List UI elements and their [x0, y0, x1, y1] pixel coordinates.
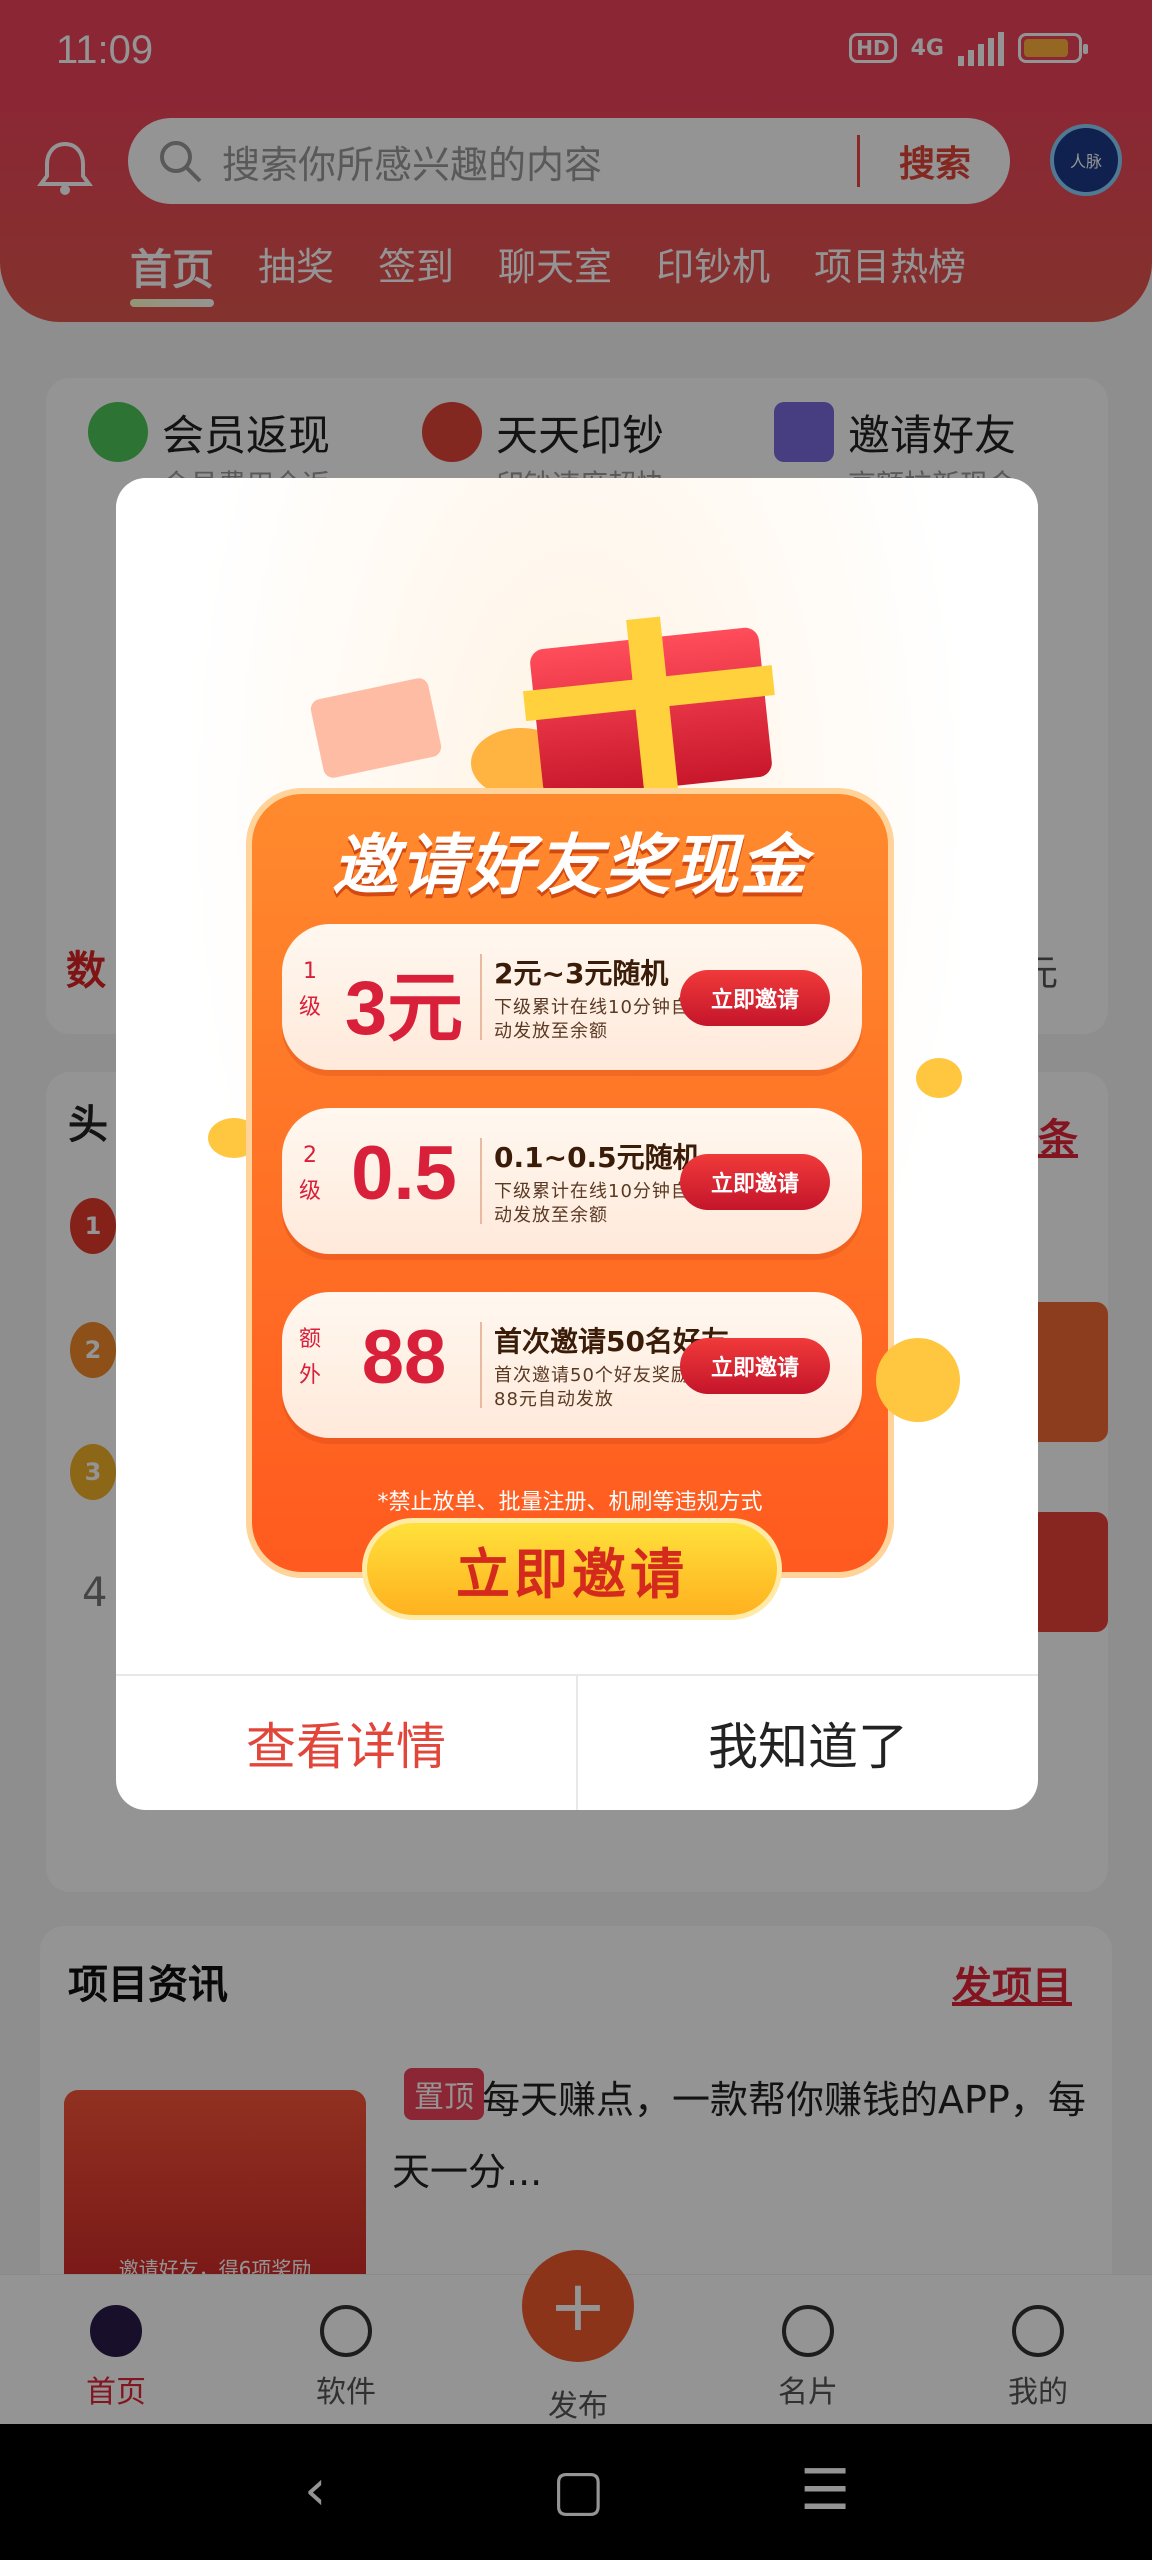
reward-panel: 邀请好友奖现金 1级 3元 2元~3元随机 下级累计在线10分钟自动发放至余额 …	[246, 788, 894, 1578]
tier-divider	[480, 1322, 482, 1408]
invite-dialog: 邀请好友奖现金 1级 3元 2元~3元随机 下级累计在线10分钟自动发放至余额 …	[116, 478, 1038, 1810]
tier-extra: 额外 88 首次邀请50名好友 首次邀请50个好友奖励88元自动发放 立即邀请	[282, 1292, 862, 1438]
tier-invite-button[interactable]: 立即邀请	[680, 1154, 830, 1210]
tier-divider	[480, 954, 482, 1040]
got-it-button[interactable]: 我知道了	[578, 1676, 1038, 1810]
tier-2: 2级 0.5 0.1~0.5元随机 下级累计在线10分钟自动发放至余额 立即邀请	[282, 1108, 862, 1254]
gift-box-image	[528, 626, 774, 800]
coin-image	[916, 1058, 962, 1098]
tier-invite-button[interactable]: 立即邀请	[680, 1338, 830, 1394]
tier-amount: 3元	[344, 966, 464, 1051]
tier-amount: 88	[361, 1315, 447, 1400]
tier-desc: 首次邀请50个好友奖励88元自动发放	[494, 1365, 690, 1410]
invite-now-button[interactable]: 立即邀请	[362, 1518, 782, 1620]
cash-image	[308, 676, 444, 780]
dialog-footer: 查看详情 我知道了	[116, 1674, 1038, 1810]
tier-level: 额外	[298, 1327, 321, 1388]
tier-level: 2级	[298, 1143, 321, 1204]
tier-divider	[480, 1138, 482, 1224]
tier-desc: 下级累计在线10分钟自动发放至余额	[494, 997, 690, 1042]
tier-desc: 下级累计在线10分钟自动发放至余额	[494, 1181, 690, 1226]
view-details-button[interactable]: 查看详情	[116, 1676, 578, 1810]
tier-headline: 2元~3元随机	[494, 957, 669, 990]
tier-amount: 0.5	[351, 1131, 457, 1216]
tier-invite-button[interactable]: 立即邀请	[680, 970, 830, 1026]
tier-headline: 0.1~0.5元随机	[494, 1141, 701, 1174]
invite-promo-art[interactable]: 邀请好友奖现金 1级 3元 2元~3元随机 下级累计在线10分钟自动发放至余额 …	[116, 478, 1038, 1674]
tier-level: 1级	[298, 959, 321, 1020]
tier-1: 1级 3元 2元~3元随机 下级累计在线10分钟自动发放至余额 立即邀请	[282, 924, 862, 1070]
panel-title: 邀请好友奖现金	[332, 827, 808, 904]
coin-image	[876, 1338, 960, 1422]
rules-note: *禁止放单、批量注册、机刷等违规方式	[377, 1490, 763, 1515]
